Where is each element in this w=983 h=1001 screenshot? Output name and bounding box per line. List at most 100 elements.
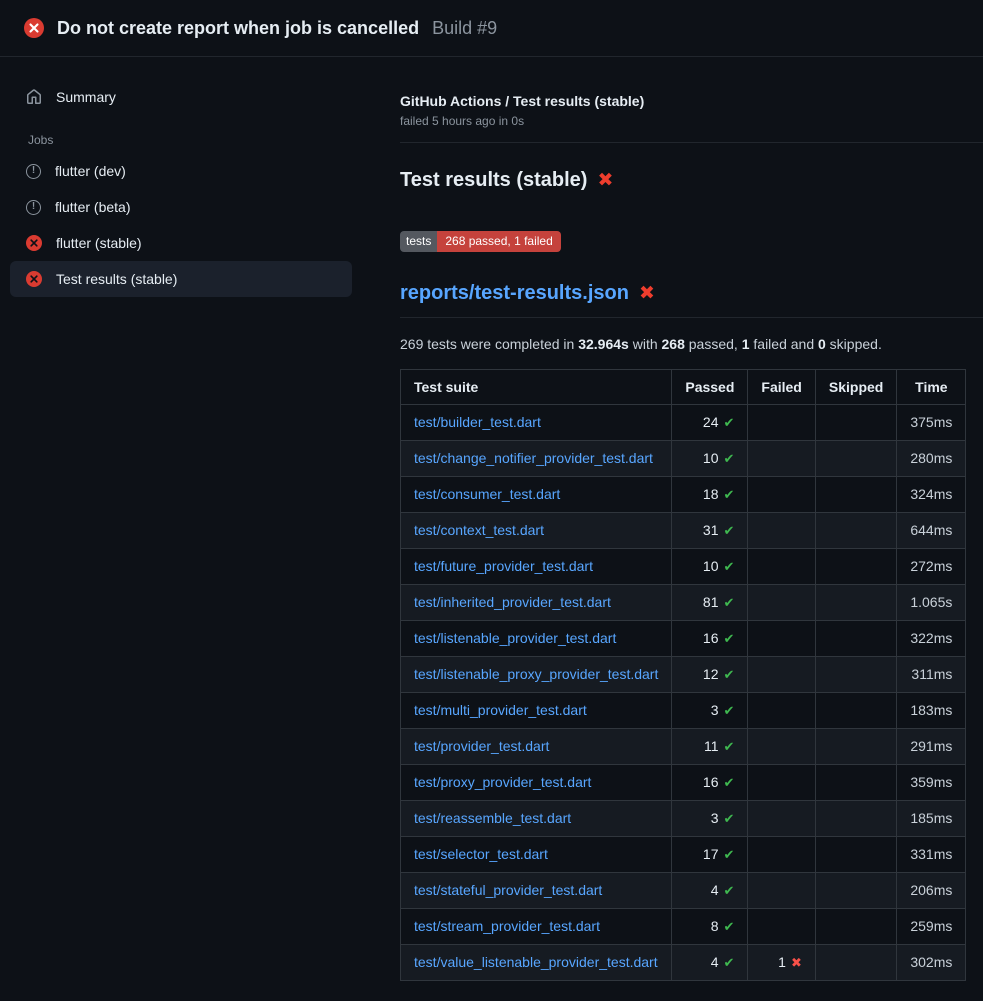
passed-cell: 18 ✔ — [672, 476, 748, 512]
failed-cell — [748, 584, 815, 620]
table-row: test/proxy_provider_test.dart16✔359ms — [401, 764, 966, 800]
test-suite-link[interactable]: test/builder_test.dart — [414, 414, 541, 430]
passed-cell: 4✔ — [672, 944, 748, 980]
summary-text: 269 tests were completed in — [400, 336, 578, 352]
failed-cell — [748, 512, 815, 548]
passed-cell: 3✔ — [672, 800, 748, 836]
table-row: test/inherited_provider_test.dart81✔1.06… — [401, 584, 966, 620]
jobs-list: !flutter (dev)!flutter (beta)flutter (st… — [10, 153, 352, 297]
x-circle-icon — [26, 271, 42, 287]
table-row: test/listenable_provider_test.dart 16✔ 322… — [401, 620, 966, 656]
skipped-cell — [815, 512, 896, 548]
check-icon: ✔ — [724, 919, 735, 934]
test-suite-link[interactable]: test/selector_test.dart — [414, 846, 548, 862]
test-suite-link[interactable]: test/inherited_provider_test.dart — [414, 594, 611, 610]
passed-count: 4 — [711, 954, 719, 970]
summary-text: with — [629, 336, 662, 352]
table-row: test/value_listenable_provider_test.dart… — [401, 944, 966, 980]
x-icon: ✖ — [791, 955, 802, 970]
skipped-cell — [815, 620, 896, 656]
section-title: Test results (stable) ✖ — [400, 169, 952, 192]
job-label: Test results (stable) — [56, 271, 177, 287]
neutral-circle-icon: ! — [26, 164, 41, 179]
check-icon: ✔ — [724, 595, 735, 610]
passed-count: 4 — [711, 882, 719, 898]
time-cell: 1.065s — [897, 584, 966, 620]
table-row: test/listenable_proxy_provider_test.dart… — [401, 656, 966, 692]
test-suite-link[interactable]: test/stateful_provider_test.dart — [414, 882, 602, 898]
test-suite-link[interactable]: test/proxy_provider_test.dart — [414, 774, 591, 790]
skipped-cell — [815, 728, 896, 764]
sidebar-job-flutter-beta[interactable]: !flutter (beta) — [10, 189, 352, 225]
table-row: test/future_provider_test.dart10✔272ms — [401, 548, 966, 584]
time-cell: 291ms — [897, 728, 966, 764]
time-cell: 185ms — [897, 800, 966, 836]
passed-count: 18 — [703, 486, 719, 502]
table-row: test/builder_test.dart24✔375ms — [401, 404, 966, 440]
report-file-link[interactable]: reports/test-results.json — [400, 282, 629, 305]
sidebar-job-test-results-stable[interactable]: Test results (stable) — [10, 261, 352, 297]
test-suite-link[interactable]: test/consumer_test.dart — [414, 486, 560, 502]
suite-cell: test/provider_test.dart — [401, 728, 672, 764]
test-suite-link[interactable]: test/value_listenable_provider_test.dart — [414, 954, 658, 970]
main-content: GitHub Actions / Test results (stable) f… — [362, 57, 983, 1001]
table-row: test/selector_test.dart 17✔ 331ms — [401, 836, 966, 872]
check-icon: ✔ — [724, 955, 735, 970]
passed-cell: 17✔ — [672, 836, 748, 872]
check-icon: ✔ — [724, 451, 735, 466]
failed-cell — [748, 440, 815, 476]
results-table-body: test/builder_test.dart 24 ✔ 375ms test/chang… — [401, 404, 966, 980]
test-suite-link[interactable]: test/reassemble_test.dart — [414, 810, 571, 826]
test-suite-link[interactable]: test/provider_test.dart — [414, 738, 549, 754]
run-status-text: failed 5 hours ago in 0s — [400, 114, 952, 128]
table-row: test/stateful_provider_test.dart4✔206ms — [401, 872, 966, 908]
passed-count: 16 — [703, 774, 719, 790]
test-suite-link[interactable]: test/multi_provider_test.dart — [414, 702, 587, 718]
time-cell: 644ms — [897, 512, 966, 548]
check-icon: ✔ — [724, 667, 735, 682]
passed-count: 31 — [703, 522, 719, 538]
passed-count: 10 — [703, 558, 719, 574]
tests-status-badge: tests 268 passed, 1 failed — [400, 231, 561, 252]
test-suite-link[interactable]: test/future_provider_test.dart — [414, 558, 593, 574]
summary-skipped-count: 0 — [818, 336, 826, 352]
suite-cell: test/stream_provider_test.dart — [401, 908, 672, 944]
table-row: test/multi_provider_test.dart3✔183ms — [401, 692, 966, 728]
test-suite-link[interactable]: test/stream_provider_test.dart — [414, 918, 600, 934]
summary-text: failed and — [750, 336, 819, 352]
sidebar-job-flutter-stable[interactable]: flutter (stable) — [10, 225, 352, 261]
failed-cell — [748, 476, 815, 512]
sidebar-job-flutter-dev[interactable]: !flutter (dev) — [10, 153, 352, 189]
badge-value: 268 passed, 1 failed — [437, 231, 560, 252]
suite-cell: test/listenable_proxy_provider_test.dart — [401, 656, 672, 692]
time-cell: 322ms — [897, 620, 966, 656]
time-cell: 375ms — [897, 404, 966, 440]
check-icon: ✔ — [724, 523, 735, 538]
skipped-cell — [815, 440, 896, 476]
time-cell: 206ms — [897, 872, 966, 908]
time-cell: 280ms — [897, 440, 966, 476]
summary-failed-count: 1 — [742, 336, 750, 352]
job-label: flutter (beta) — [55, 199, 130, 215]
time-cell: 302ms — [897, 944, 966, 980]
suite-cell: test/inherited_provider_test.dart — [401, 584, 672, 620]
skipped-cell — [815, 908, 896, 944]
sidebar-item-summary[interactable]: Summary — [10, 79, 352, 115]
test-suite-link[interactable]: test/listenable_provider_test.dart — [414, 630, 616, 646]
test-suite-link[interactable]: test/context_test.dart — [414, 522, 544, 538]
x-circle-icon — [24, 18, 44, 38]
skipped-cell — [815, 476, 896, 512]
passed-count: 3 — [711, 702, 719, 718]
test-suite-link[interactable]: test/listenable_proxy_provider_test.dart — [414, 666, 658, 682]
passed-cell: 8✔ — [672, 908, 748, 944]
time-cell: 183ms — [897, 692, 966, 728]
time-cell: 331ms — [897, 836, 966, 872]
check-icon: ✔ — [724, 487, 735, 502]
sidebar: Summary Jobs !flutter (dev)!flutter (bet… — [0, 57, 362, 297]
passed-cell: 16✔ — [672, 620, 748, 656]
test-suite-link[interactable]: test/change_notifier_provider_test.dart — [414, 450, 653, 466]
passed-count: 24 — [703, 414, 719, 430]
skipped-cell — [815, 692, 896, 728]
summary-text: passed, — [685, 336, 742, 352]
time-cell: 311ms — [897, 656, 966, 692]
